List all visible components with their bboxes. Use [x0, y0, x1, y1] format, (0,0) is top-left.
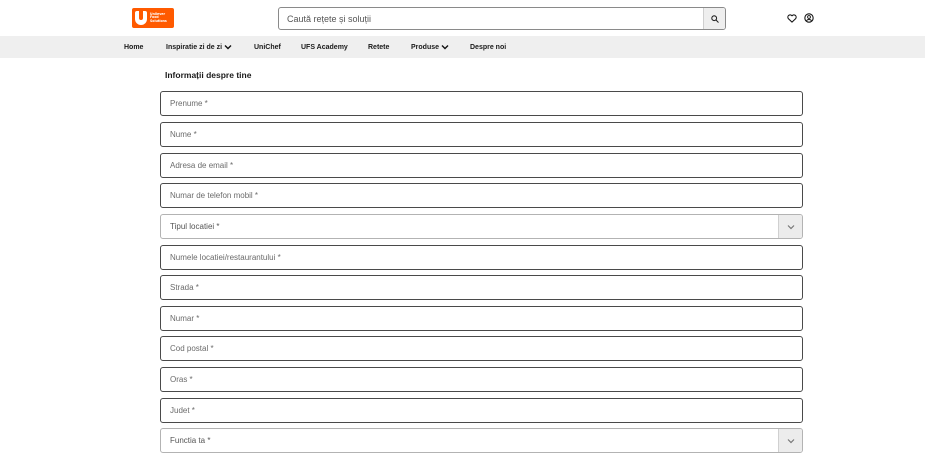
field-placeholder: Strada * [170, 283, 199, 292]
select-placeholder: Tipul locatiei * [170, 222, 220, 231]
logo-text: Unilever Food Solutions [150, 12, 167, 24]
field-placeholder: Oras * [170, 375, 193, 384]
select-placeholder: Functia ta * [170, 436, 211, 445]
first-name-field[interactable]: Prenume * [160, 91, 803, 116]
chevron-down-icon [787, 224, 794, 229]
search-bar [278, 7, 726, 30]
nav-item-unichef[interactable]: UniChef [254, 36, 281, 58]
chevron-down-icon [787, 438, 794, 443]
unilever-u-icon [135, 11, 147, 25]
nav-item-label: UFS Academy [301, 43, 348, 51]
logo-line: Solutions [150, 18, 167, 23]
search-input[interactable] [279, 8, 703, 29]
field-placeholder: Nume * [170, 130, 197, 139]
location-type-select[interactable]: Tipul locatiei * [160, 214, 803, 239]
county-field[interactable]: Judet * [160, 398, 803, 423]
nav-item-label: Produse [411, 43, 440, 51]
street-field[interactable]: Strada * [160, 275, 803, 300]
heart-icon [787, 13, 797, 23]
search-button[interactable] [703, 8, 725, 29]
chevron-down-icon [224, 45, 232, 50]
field-placeholder: Numar * [170, 314, 200, 323]
mobile-phone-field[interactable]: Numar de telefon mobil * [160, 183, 803, 208]
favorites-button[interactable] [786, 12, 798, 24]
location-name-field[interactable]: Numele locatiei/restaurantului * [160, 245, 803, 270]
nav-item-label: Inspiratie zi de zi [166, 43, 223, 51]
field-placeholder: Judet * [170, 406, 195, 415]
nav-item-ufs-academy[interactable]: UFS Academy [301, 36, 348, 58]
postal-code-field[interactable]: Cod postal * [160, 336, 803, 361]
unilever-food-solutions-logo[interactable]: Unilever Food Solutions [132, 8, 174, 28]
nav-item-produse[interactable]: Produse [411, 36, 449, 58]
section-title: Informații despre tine [165, 70, 252, 80]
field-placeholder: Adresa de email * [170, 161, 234, 170]
city-field[interactable]: Oras * [160, 367, 803, 392]
nav-item-label: Despre noi [470, 43, 507, 51]
nav-item-inspiratie[interactable]: Inspiratie zi de zi [166, 36, 232, 58]
user-icon [804, 13, 814, 23]
nav-item-despre-noi[interactable]: Despre noi [470, 36, 506, 58]
top-header: Unilever Food Solutions [0, 0, 925, 36]
last-name-field[interactable]: Nume * [160, 122, 803, 147]
field-placeholder: Numar de telefon mobil * [170, 191, 259, 200]
field-placeholder: Numele locatiei/restaurantului * [170, 253, 281, 262]
field-placeholder: Cod postal * [170, 344, 214, 353]
main-navigation: Home Inspiratie zi de zi UniChef UFS Aca… [0, 36, 925, 58]
chevron-down-icon [441, 45, 449, 50]
select-arrow[interactable] [778, 429, 802, 452]
nav-item-label: UniChef [254, 43, 281, 51]
nav-item-retete[interactable]: Retete [368, 36, 389, 58]
field-placeholder: Prenume * [170, 99, 208, 108]
account-button[interactable] [803, 12, 815, 24]
nav-item-label: Home [124, 43, 144, 51]
nav-item-label: Retete [368, 43, 390, 51]
select-arrow[interactable] [778, 215, 802, 238]
search-icon [710, 14, 719, 23]
street-number-field[interactable]: Numar * [160, 306, 803, 331]
nav-item-home[interactable]: Home [124, 36, 143, 58]
job-function-select[interactable]: Functia ta * [160, 428, 803, 453]
email-field[interactable]: Adresa de email * [160, 153, 803, 178]
